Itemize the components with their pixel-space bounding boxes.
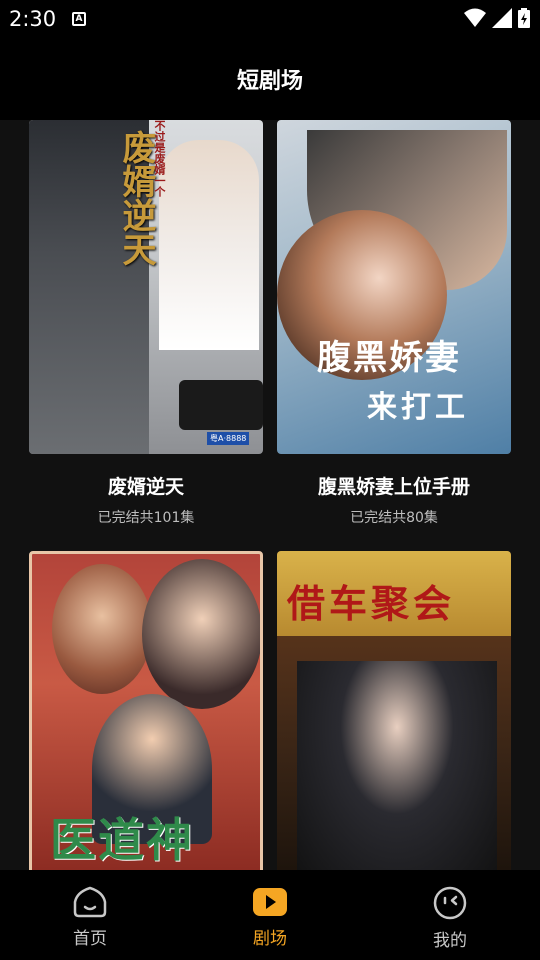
poster-figure	[52, 564, 152, 694]
nav-home[interactable]: 首页	[0, 870, 180, 960]
nav-theater[interactable]: 剧场	[180, 870, 360, 960]
poster-figure	[159, 140, 259, 350]
status-bar: 2:30 A	[0, 0, 540, 38]
nav-profile[interactable]: 我的	[360, 870, 540, 960]
home-face-icon	[73, 886, 107, 918]
notification-a-icon: A	[72, 12, 86, 26]
drama-status: 已完结共80集	[350, 510, 438, 526]
theater-play-icon	[253, 888, 287, 916]
drama-poster[interactable]: 医道神	[29, 551, 263, 870]
poster-tagline: 不过是废婿一个	[153, 120, 166, 197]
drama-poster[interactable]: 腹黑娇妻 来打工	[277, 120, 511, 454]
poster-title: 借车聚会	[287, 581, 456, 626]
poster-title: 腹黑娇妻	[317, 338, 461, 378]
poster-plate: 粤A·8888	[207, 432, 250, 445]
battery-icon	[518, 8, 530, 28]
wifi-icon	[464, 8, 486, 27]
drama-title: 腹黑娇妻上位手册	[317, 476, 470, 498]
bottom-nav: 首页 剧场 我的	[0, 870, 540, 960]
nav-theater-label: 剧场	[253, 929, 287, 949]
poster-figure	[142, 559, 260, 709]
poster-subtitle: 来打工	[367, 390, 469, 425]
status-icons	[464, 8, 530, 28]
drama-status: 已完结共101集	[97, 510, 195, 526]
profile-face-icon	[433, 886, 467, 920]
poster-car	[179, 380, 263, 430]
drama-card[interactable]: 废婿逆天 不过是废婿一个 粤A·8888 废婿逆天 已完结共101集	[29, 120, 263, 527]
poster-group-photo	[297, 661, 497, 870]
drama-list[interactable]: 废婿逆天 不过是废婿一个 粤A·8888 废婿逆天 已完结共101集 腹黑娇妻 …	[0, 120, 540, 870]
drama-card[interactable]: 借车聚会	[277, 551, 511, 870]
page-title: 短剧场	[236, 69, 303, 94]
drama-card[interactable]: 腹黑娇妻 来打工 腹黑娇妻上位手册 已完结共80集	[277, 120, 511, 527]
drama-poster[interactable]: 废婿逆天 不过是废婿一个 粤A·8888	[29, 120, 263, 454]
nav-home-label: 首页	[73, 929, 107, 949]
drama-poster[interactable]: 借车聚会	[277, 551, 511, 870]
cellular-signal-icon	[492, 8, 512, 28]
poster-title: 医道神	[50, 813, 194, 867]
drama-title: 废婿逆天	[107, 476, 184, 498]
page-header: 短剧场	[0, 38, 540, 120]
nav-profile-label: 我的	[433, 931, 467, 951]
status-time: 2:30	[9, 7, 57, 31]
drama-card[interactable]: 医道神	[29, 551, 263, 870]
